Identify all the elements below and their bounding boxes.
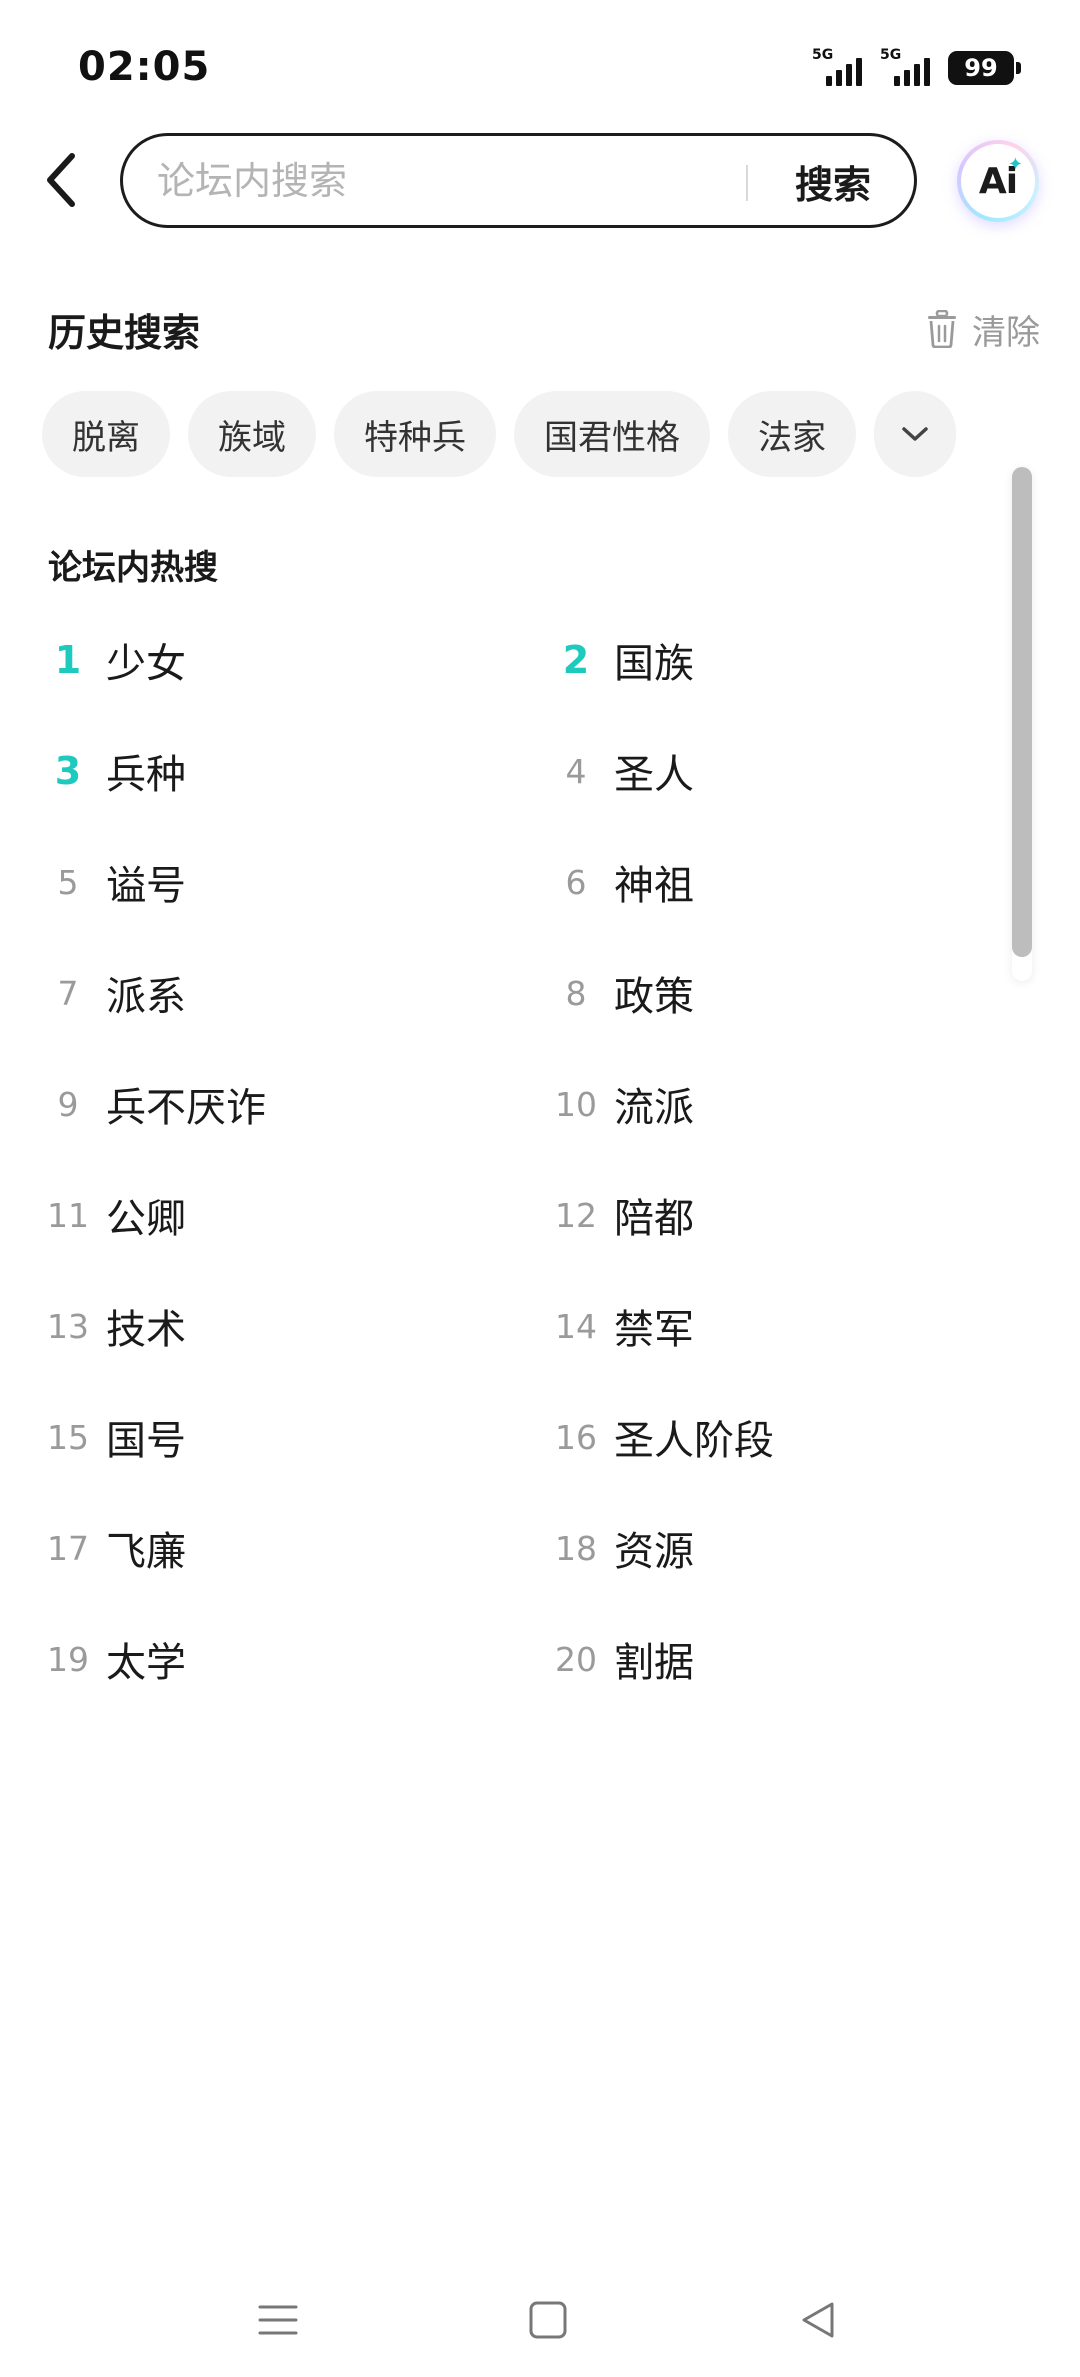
hot-search-label: 禁军 bbox=[614, 1307, 694, 1353]
history-chip[interactable]: 法家 bbox=[728, 391, 856, 477]
hot-search-rank: 9 bbox=[57, 1084, 79, 1124]
system-nav-bar bbox=[0, 2280, 1080, 2377]
battery-icon: 99 bbox=[948, 51, 1021, 85]
hot-search-label: 兵种 bbox=[106, 752, 186, 798]
trash-icon bbox=[928, 310, 956, 348]
battery-level: 99 bbox=[964, 54, 998, 82]
hot-search-item[interactable]: 5 谥号 bbox=[40, 842, 187, 922]
history-title: 历史搜索 bbox=[48, 311, 201, 355]
search-input[interactable] bbox=[155, 150, 755, 212]
hot-search-item[interactable]: 8 政策 bbox=[548, 953, 695, 1033]
ai-assistant-button[interactable]: Ai ✦ bbox=[957, 140, 1039, 222]
hot-search-rank: 12 bbox=[555, 1195, 597, 1235]
hot-search-label: 割据 bbox=[614, 1640, 694, 1686]
hot-search-item[interactable]: 13 技术 bbox=[40, 1286, 186, 1366]
square-icon bbox=[529, 2301, 567, 2339]
hot-search-title: 论坛内热搜 bbox=[48, 548, 218, 588]
status-bar: 02:05 5G 5G 99 bbox=[0, 0, 1080, 130]
hot-search-item[interactable]: 12 陪都 bbox=[548, 1175, 694, 1255]
hot-search-rank: 3 bbox=[54, 749, 82, 793]
hot-search-rank: 8 bbox=[565, 973, 587, 1013]
hot-search-label: 飞廉 bbox=[106, 1529, 186, 1575]
hot-search-rank: 11 bbox=[47, 1195, 89, 1235]
hot-search-rank: 13 bbox=[47, 1306, 89, 1346]
nav-menu-button[interactable] bbox=[238, 2280, 318, 2360]
status-icons: 5G 5G 99 bbox=[812, 46, 1021, 90]
hot-search-label: 公卿 bbox=[106, 1196, 186, 1242]
hot-search-item[interactable]: 1 少女 bbox=[40, 620, 186, 700]
hot-search-item[interactable]: 3 兵种 bbox=[40, 731, 186, 811]
hot-search-item[interactable]: 11 公卿 bbox=[40, 1175, 186, 1255]
hot-search-rank: 10 bbox=[555, 1084, 597, 1124]
search-box: 搜索 bbox=[120, 133, 917, 228]
hot-search-item[interactable]: 2 国族 bbox=[548, 620, 694, 700]
hot-search-label: 太学 bbox=[106, 1640, 186, 1686]
hot-search-item[interactable]: 20 割据 bbox=[548, 1619, 694, 1699]
sparkle-icon: ✦ bbox=[1007, 154, 1023, 175]
clear-history-button[interactable]: 清除 bbox=[926, 304, 1040, 354]
clear-label: 清除 bbox=[972, 312, 1040, 353]
hot-search-item[interactable]: 18 资源 bbox=[548, 1508, 694, 1588]
hot-search-label: 政策 bbox=[614, 974, 694, 1020]
signal-icon: 5G bbox=[880, 48, 930, 88]
history-chips: 脱离 族域 特种兵 国君性格 法家 bbox=[42, 391, 956, 477]
hot-search-label: 国号 bbox=[106, 1418, 186, 1464]
signal-icon: 5G bbox=[812, 48, 862, 88]
hot-search-rank: 15 bbox=[47, 1417, 89, 1457]
back-button[interactable] bbox=[36, 148, 88, 212]
hot-search-rank: 5 bbox=[57, 862, 79, 902]
hot-search-label: 陪都 bbox=[614, 1196, 694, 1242]
status-time: 02:05 bbox=[78, 44, 211, 90]
hot-search-rank: 1 bbox=[54, 638, 82, 682]
history-chip[interactable]: 脱离 bbox=[42, 391, 170, 477]
search-button[interactable]: 搜索 bbox=[773, 146, 893, 216]
hot-search-item[interactable]: 15 国号 bbox=[40, 1397, 186, 1477]
hot-search-label: 圣人 bbox=[614, 752, 694, 798]
history-chip[interactable]: 族域 bbox=[188, 391, 316, 477]
scrollbar[interactable] bbox=[1012, 467, 1032, 981]
expand-history-button[interactable] bbox=[874, 391, 956, 477]
hot-search-rank: 16 bbox=[555, 1417, 597, 1457]
hot-search-item[interactable]: 19 太学 bbox=[40, 1619, 186, 1699]
hot-search-label: 资源 bbox=[614, 1529, 694, 1575]
triangle-back-icon bbox=[802, 2302, 834, 2338]
hot-search-item[interactable]: 17 飞廉 bbox=[40, 1508, 186, 1588]
hot-search-item[interactable]: 9 兵不厌诈 bbox=[40, 1064, 267, 1144]
menu-icon bbox=[258, 2305, 298, 2335]
hot-search-label: 谥号 bbox=[106, 863, 186, 909]
hot-search-label: 流派 bbox=[614, 1085, 694, 1131]
hot-search-label: 神祖 bbox=[614, 863, 694, 909]
hot-search-item[interactable]: 4 圣人 bbox=[548, 731, 695, 811]
hot-search-label: 少女 bbox=[106, 641, 186, 687]
hot-search-rank: 18 bbox=[555, 1528, 597, 1568]
hot-search-rank: 4 bbox=[565, 751, 587, 791]
hot-search-rank: 7 bbox=[57, 973, 79, 1013]
hot-search-item[interactable]: 7 派系 bbox=[40, 953, 187, 1033]
nav-back-button[interactable] bbox=[778, 2280, 858, 2360]
search-divider bbox=[746, 165, 748, 201]
hot-search-rank: 19 bbox=[47, 1639, 89, 1679]
hot-search-label: 派系 bbox=[106, 974, 186, 1020]
chevron-down-icon bbox=[902, 427, 928, 441]
hot-search-rank: 6 bbox=[565, 862, 587, 902]
hot-search-rank: 17 bbox=[47, 1528, 89, 1568]
history-chip[interactable]: 特种兵 bbox=[334, 391, 496, 477]
chevron-left-icon bbox=[47, 153, 75, 207]
history-chip[interactable]: 国君性格 bbox=[514, 391, 710, 477]
hot-search-item[interactable]: 14 禁军 bbox=[548, 1286, 694, 1366]
hot-search-item[interactable]: 10 流派 bbox=[548, 1064, 694, 1144]
hot-search-label: 兵不厌诈 bbox=[106, 1085, 266, 1131]
hot-search-item[interactable]: 6 神祖 bbox=[548, 842, 695, 922]
nav-home-button[interactable] bbox=[508, 2280, 588, 2360]
hot-search-item[interactable]: 16 圣人阶段 bbox=[548, 1397, 774, 1477]
hot-search-label: 国族 bbox=[614, 641, 694, 687]
hot-search-rank: 20 bbox=[555, 1639, 597, 1679]
hot-search-label: 技术 bbox=[106, 1307, 186, 1353]
hot-search-label: 圣人阶段 bbox=[614, 1418, 774, 1464]
hot-search-rank: 2 bbox=[562, 638, 590, 682]
hot-search-rank: 14 bbox=[555, 1306, 597, 1346]
scrollbar-thumb[interactable] bbox=[1012, 467, 1032, 957]
